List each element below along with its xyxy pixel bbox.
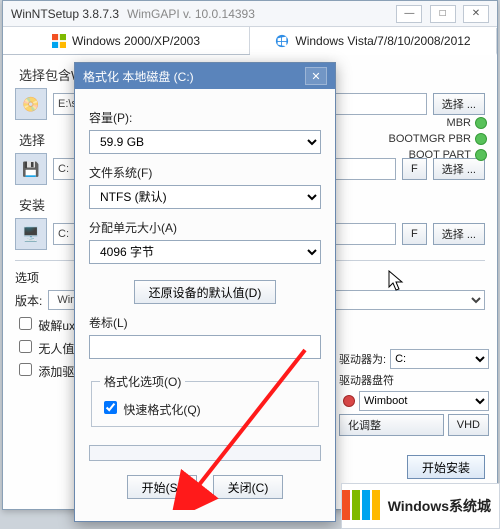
status-mbr: MBR [447,117,471,129]
drive-as-select[interactable]: C: [390,349,489,369]
browse-source-button[interactable]: 选择 ... [433,93,485,115]
windows-icon [275,34,289,48]
version-label: 版本: [15,292,42,309]
volume-label-input[interactable] [89,335,321,359]
windows-icon [52,34,66,48]
alloc-select[interactable]: 4096 字节 [89,240,321,264]
volume-label-label: 卷标(L) [89,314,321,331]
restore-defaults-button[interactable]: 还原设备的默认值(D) [134,280,277,304]
status-column: MBR BOOTMGR PBR BOOT PART [387,117,487,161]
format-install-button[interactable]: F [402,223,427,245]
fs-label: 文件系统(F) [89,164,321,181]
os-tabs: Windows 2000/XP/2003 Windows Vista/7/8/1… [3,27,497,55]
app-title: WinNTSetup 3.8.7.3 [11,7,119,21]
capacity-select[interactable]: 59.9 GB [89,130,321,154]
install-icon: 🖥️ [15,218,47,250]
format-dialog: 格式化 本地磁盘 (C:) ✕ 容量(P): 59.9 GB 文件系统(F) N… [74,62,336,522]
tab-winvista[interactable]: Windows Vista/7/8/10/2008/2012 [250,28,497,55]
site-badge: Windows系统城 [341,483,500,529]
fs-select[interactable]: NTFS (默认) [89,185,321,209]
browse-boot-button[interactable]: 选择 ... [433,158,485,180]
format-boot-button[interactable]: F [402,158,427,180]
wimboot-select[interactable]: Wimboot [359,391,489,411]
close-button[interactable]: ✕ [463,5,489,23]
status-bootmgr: BOOTMGR PBR [388,133,471,145]
disk-label: 驱动器盘符 [339,372,394,388]
drive-as-label: 驱动器为: [339,351,386,367]
format-close-btn[interactable]: 关闭(C) [213,475,284,499]
browse-install-button[interactable]: 选择 ... [433,223,485,245]
capacity-label: 容量(P): [89,109,321,126]
format-options-fieldset: 格式化选项(O) 快速格式化(Q) [91,373,319,427]
alloc-label: 分配单元大小(A) [89,219,321,236]
badge-text: Windows系统城 [388,496,491,516]
maximize-button[interactable]: □ [430,5,456,23]
wimboot-dot [343,395,355,407]
minimize-button[interactable]: — [396,5,422,23]
status-bootpart: BOOT PART [409,149,471,161]
format-options-legend: 格式化选项(O) [100,373,185,390]
titlebar: WinNTSetup 3.8.7.3 WimGAPI v. 10.0.14393… [3,1,497,27]
format-progress [89,445,321,461]
source-icon: 📀 [15,88,47,120]
format-close-button[interactable]: ✕ [305,67,327,85]
right-options: 驱动器为: C: 驱动器盘符 Wimboot 化调整 VHD [339,346,489,439]
api-version: WimGAPI v. 10.0.14393 [127,7,255,21]
status-dot-bootpart [475,149,487,161]
format-start-button[interactable]: 开始(S) [127,475,197,499]
start-install-button[interactable]: 开始安装 [407,455,485,479]
status-dot-bootmgr [475,133,487,145]
quick-format-checkbox[interactable]: 快速格式化(Q) [100,403,201,417]
format-dialog-title: 格式化 本地磁盘 (C:) [83,68,194,85]
boot-icon: 💾 [15,153,47,185]
tab-win2000-label: Windows 2000/XP/2003 [72,34,200,48]
tab-winvista-label: Windows Vista/7/8/10/2008/2012 [295,34,470,48]
status-dot-mbr [475,117,487,129]
tune-button[interactable]: 化调整 [339,414,444,436]
vhd-button[interactable]: VHD [448,414,489,436]
tab-win2000[interactable]: Windows 2000/XP/2003 [3,27,250,54]
